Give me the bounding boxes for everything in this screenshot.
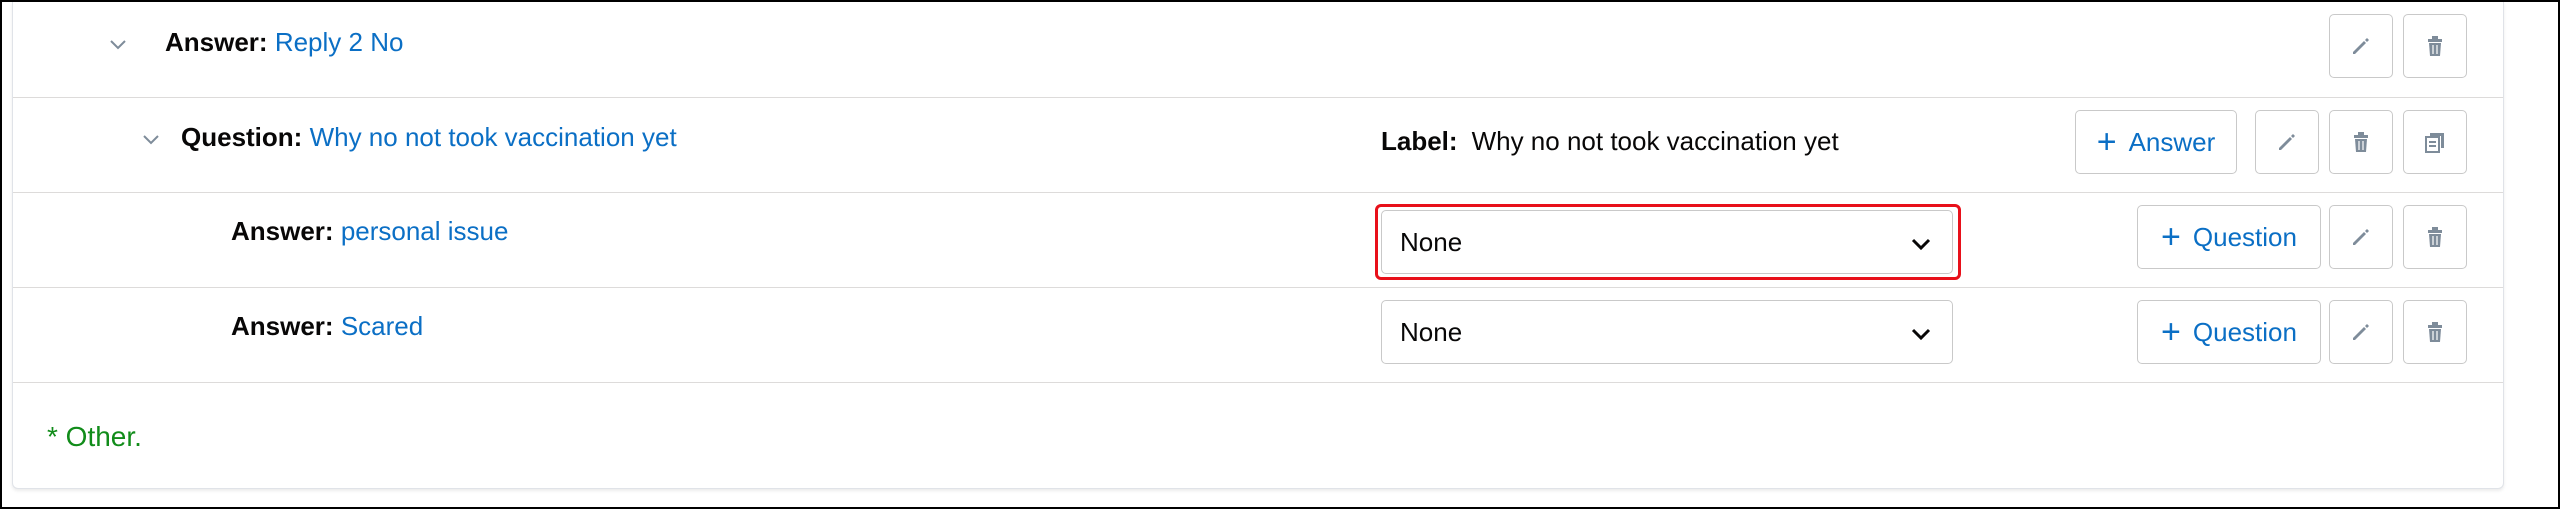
question-tree-card: Answer: Reply 2 No Question: Why no not …	[12, 2, 2504, 489]
select-value: None	[1400, 227, 1463, 257]
label-key: Label:	[1381, 126, 1458, 156]
answer-link[interactable]: Scared	[341, 311, 423, 341]
chevron-down-icon[interactable]	[106, 32, 130, 56]
chevron-down-icon	[1911, 238, 1931, 251]
edit-icon	[2353, 229, 2369, 245]
question-link[interactable]: Why no not took vaccination yet	[310, 122, 677, 152]
tree-row-answer-scared: Answer: Scared None + Question	[13, 287, 2503, 383]
delete-icon	[2428, 322, 2442, 342]
next-question-select[interactable]: None	[1381, 210, 1953, 274]
edit-button[interactable]	[2329, 14, 2393, 78]
edit-button[interactable]	[2329, 205, 2393, 269]
add-question-label: Question	[2192, 316, 2297, 347]
chevron-down-icon	[1911, 328, 1931, 341]
edit-icon	[2353, 324, 2369, 340]
answer-item: Answer: Scared	[231, 310, 423, 342]
question-label: Label: Why no not took vaccination yet	[1381, 125, 1839, 157]
add-answer-label: Answer	[2128, 126, 2216, 157]
answer-link[interactable]: Reply 2 No	[275, 27, 404, 57]
tree-row-answer-personal-issue: Answer: personal issue None + Question	[13, 192, 2503, 288]
copy-icon	[2425, 133, 2444, 153]
delete-icon	[2354, 132, 2368, 152]
edit-icon	[2279, 134, 2295, 150]
delete-button[interactable]	[2329, 110, 2393, 174]
delete-button[interactable]	[2403, 300, 2467, 364]
tree-row-question: Question: Why no not took vaccination ye…	[13, 97, 2503, 193]
chevron-down-icon[interactable]	[139, 127, 163, 151]
answer-item: Answer: Reply 2 No	[165, 26, 403, 58]
add-question-label: Question	[2192, 221, 2297, 252]
edit-button[interactable]	[2329, 300, 2393, 364]
plus-icon: +	[2161, 218, 2181, 256]
next-question-select[interactable]: None	[1381, 300, 1953, 364]
plus-icon: +	[2161, 313, 2181, 351]
edit-button[interactable]	[2255, 110, 2319, 174]
tree-row-answer-reply-2-no: Answer: Reply 2 No	[13, 2, 2503, 98]
delete-button[interactable]	[2403, 205, 2467, 269]
delete-icon	[2428, 36, 2442, 56]
answer-link[interactable]: personal issue	[341, 216, 509, 246]
select-value: None	[1400, 317, 1463, 347]
copy-button[interactable]	[2403, 110, 2467, 174]
delete-icon	[2428, 227, 2442, 247]
answer-key: Answer:	[165, 27, 268, 57]
add-answer-button[interactable]: + Answer	[2075, 110, 2237, 174]
question-key: Question:	[181, 122, 303, 152]
label-value: Why no not took vaccination yet	[1471, 126, 1839, 156]
add-question-button[interactable]: + Question	[2137, 205, 2321, 269]
other-note: * Other.	[47, 421, 142, 452]
answer-item: Answer: personal issue	[231, 215, 508, 247]
plus-icon: +	[2096, 123, 2117, 161]
edit-icon	[2353, 38, 2369, 54]
screenshot-frame: Answer: Reply 2 No Question: Why no not …	[0, 0, 2560, 509]
answer-key: Answer:	[231, 311, 334, 341]
question-item: Question: Why no not took vaccination ye…	[181, 121, 677, 153]
delete-button[interactable]	[2403, 14, 2467, 78]
answer-key: Answer:	[231, 216, 334, 246]
add-question-button[interactable]: + Question	[2137, 300, 2321, 364]
